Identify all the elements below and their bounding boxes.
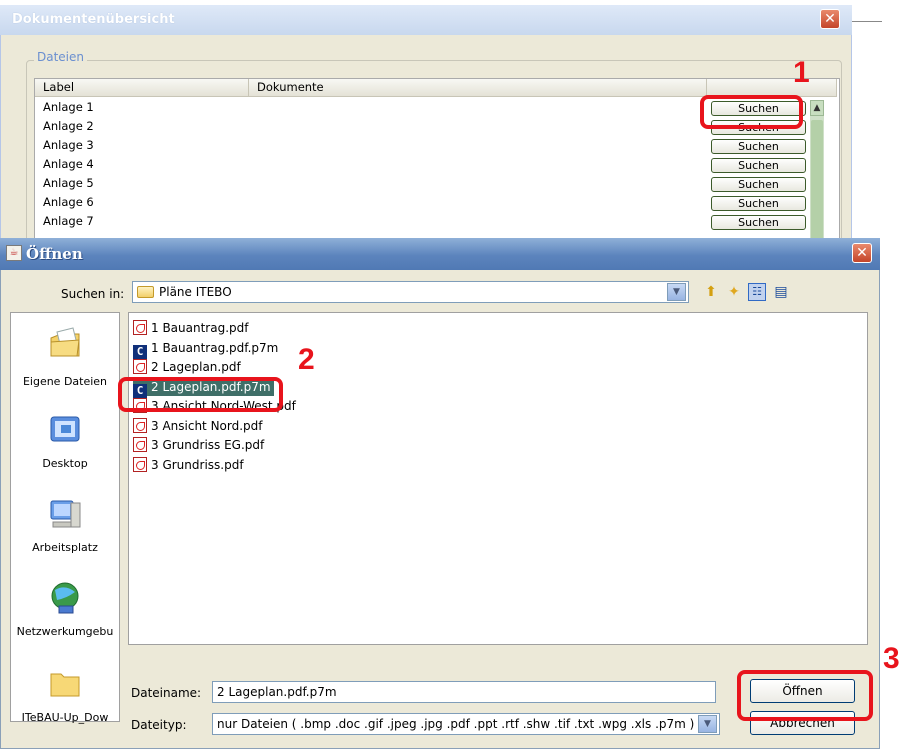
look-in-value: Pläne ITEBO — [159, 285, 232, 299]
open-dialog-close-button[interactable]: ✕ — [852, 243, 872, 263]
file-item[interactable]: 2 Lageplan.pdf — [133, 358, 244, 376]
sidebar-item-my-documents[interactable]: Eigene Dateien — [10, 375, 120, 388]
folder-icon[interactable] — [47, 666, 83, 702]
search-button[interactable]: Suchen — [711, 158, 806, 173]
table-scrollbar-thumb[interactable] — [811, 120, 823, 245]
divider — [852, 21, 882, 22]
table-row-label: Anlage 4 — [43, 157, 94, 171]
annotation-number-2: 2 — [298, 343, 315, 376]
file-name: 3 Ansicht Nord.pdf — [151, 418, 263, 433]
annotation-box-1 — [700, 95, 803, 129]
pdf-file-icon — [133, 320, 147, 335]
sidebar-item-network[interactable]: Netzwerkumgebu — [10, 625, 120, 638]
pdf-file-icon — [133, 417, 147, 433]
sidebar-item-desktop[interactable]: Desktop — [10, 457, 120, 470]
document-overview-titlebar: Dokumentenübersicht — [0, 5, 852, 35]
search-button[interactable]: Suchen — [711, 196, 806, 211]
file-item[interactable]: 1 Bauantrag.pdf — [133, 319, 251, 337]
up-folder-icon[interactable]: ⬆ — [701, 282, 721, 302]
file-item[interactable]: 3 Ansicht Nord.pdf — [133, 417, 266, 435]
filetype-select[interactable]: nur Dateien ( .bmp .doc .gif .jpeg .jpg … — [212, 713, 720, 735]
search-button[interactable]: Suchen — [711, 139, 806, 154]
table-row-label: Anlage 2 — [43, 119, 94, 133]
network-icon[interactable] — [47, 580, 83, 616]
file-name: 3 Grundriss.pdf — [151, 457, 244, 472]
table-row-label: Anlage 6 — [43, 195, 94, 209]
folder-icon — [137, 286, 154, 298]
new-folder-icon[interactable]: ✦ — [724, 282, 744, 302]
my-computer-icon[interactable] — [47, 497, 83, 533]
file-name: 3 Grundriss EG.pdf — [151, 438, 265, 452]
table-row-label: Anlage 1 — [43, 100, 94, 114]
annotation-number-3: 3 — [883, 642, 900, 675]
search-button[interactable]: Suchen — [711, 215, 806, 230]
table-row-label: Anlage 5 — [43, 176, 94, 190]
document-overview-close-button[interactable]: ✕ — [820, 9, 840, 29]
scroll-up-icon[interactable]: ▲ — [810, 100, 824, 116]
file-name: 1 Bauantrag.pdf — [151, 321, 249, 335]
search-button[interactable]: Suchen — [711, 177, 806, 192]
filename-input[interactable]: 2 Lageplan.pdf.p7m — [212, 681, 716, 703]
column-header-documents[interactable]: Dokumente — [249, 79, 707, 97]
filename-label: Dateiname: — [131, 686, 202, 700]
pdf-file-icon — [133, 456, 147, 472]
annotation-number-1: 1 — [793, 56, 810, 89]
look-in-label: Suchen in: — [61, 287, 125, 301]
table-row-label: Anlage 3 — [43, 138, 94, 152]
sidebar-item-my-computer[interactable]: Arbeitsplatz — [10, 541, 120, 554]
open-dialog-title: Öffnen — [26, 245, 83, 263]
chevron-down-icon[interactable]: ▼ — [667, 283, 686, 301]
file-item[interactable]: 3 Grundriss.pdf — [133, 456, 247, 474]
pdf-file-icon — [133, 437, 147, 452]
document-overview-title: Dokumentenübersicht — [12, 12, 175, 27]
annotation-box-2 — [118, 377, 283, 412]
table-row-label: Anlage 7 — [43, 214, 94, 228]
pdf-file-icon — [133, 359, 147, 374]
details-view-icon[interactable]: ▤ — [771, 282, 791, 302]
chevron-down-icon[interactable]: ▼ — [698, 715, 717, 733]
column-header-label[interactable]: Label — [35, 79, 249, 97]
file-item[interactable]: C1 Bauantrag.pdf.p7m — [133, 339, 281, 360]
my-documents-icon[interactable] — [47, 326, 83, 362]
file-item[interactable]: 3 Grundriss EG.pdf — [133, 436, 267, 454]
java-cup-icon: ☕ — [6, 245, 22, 261]
desktop-icon[interactable] — [47, 413, 83, 449]
filetype-label: Dateityp: — [131, 718, 187, 732]
list-view-icon[interactable]: ☷ — [748, 283, 766, 301]
file-name: 1 Bauantrag.pdf.p7m — [151, 340, 279, 355]
annotation-box-3 — [737, 670, 873, 721]
sidebar-item-itebau-folder[interactable]: ITeBAU-Up_Dow — [10, 711, 120, 724]
file-name: 2 Lageplan.pdf — [151, 360, 241, 374]
open-dialog-titlebar: Öffnen — [0, 238, 880, 270]
files-group-label: Dateien — [34, 50, 88, 64]
